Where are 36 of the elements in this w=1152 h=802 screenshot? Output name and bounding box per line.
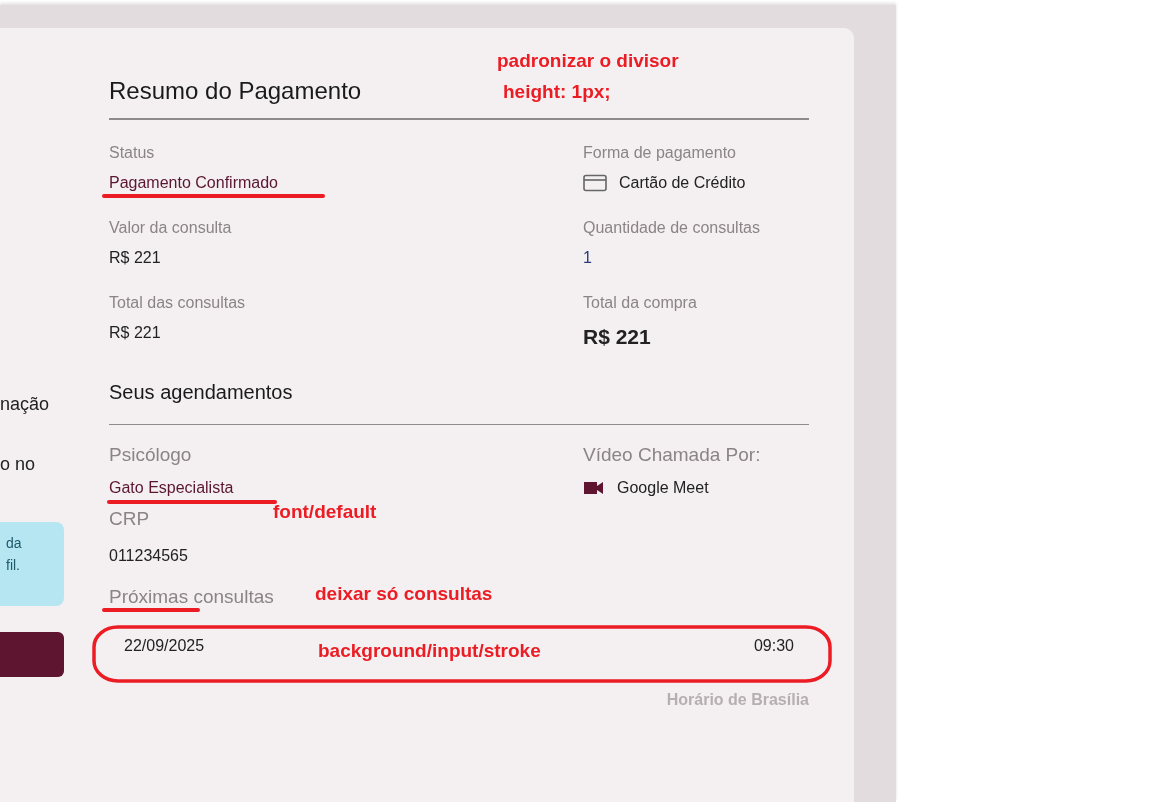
info-text: da <box>6 534 22 553</box>
primary-button[interactable] <box>0 632 64 677</box>
crp-number: 011234565 <box>109 546 188 566</box>
body-text: o no <box>0 453 37 476</box>
total-value: R$ 221 <box>583 325 652 349</box>
section-title: Seus agendamentos <box>109 380 293 405</box>
field-label: Forma de pagamento <box>583 143 736 163</box>
status-value: Pagamento Confirmado <box>109 173 279 193</box>
timezone-note: Horário de Brasília <box>666 690 809 710</box>
field-label: Próximas consultas <box>109 587 274 607</box>
session-time: 09:30 <box>753 637 794 655</box>
field-label: Total das consultas <box>109 293 246 313</box>
field-value: R$ 221 <box>109 248 162 268</box>
video-platform: Google Meet <box>617 478 709 498</box>
field-label: Valor da consulta <box>109 218 232 238</box>
annotation-note: padronizar o divisor <box>497 50 679 72</box>
field-label: Status <box>109 143 155 163</box>
annotation-note: font/default <box>273 501 377 523</box>
credit-card-icon <box>583 174 607 192</box>
info-text: fil. <box>6 556 20 575</box>
session-date: 22/09/2025 <box>124 637 205 655</box>
field-label: Quantidade de consultas <box>583 218 760 238</box>
annotation-note: height: 1px; <box>503 81 611 103</box>
section-title: Resumo do Pagamento <box>109 76 362 106</box>
field-label: Vídeo Chamada Por: <box>583 443 761 467</box>
psychologist-name: Gato Especialista <box>109 478 234 498</box>
video-camera-icon <box>583 480 605 496</box>
field-label: CRP <box>109 507 150 531</box>
field-value: R$ 221 <box>109 323 162 343</box>
annotation-note: deixar só consultas <box>315 583 493 605</box>
annotation-note: background/input/stroke <box>318 640 541 662</box>
payment-method: Cartão de Crédito <box>619 173 746 193</box>
field-label: Psicólogo <box>109 443 192 467</box>
field-label: Total da compra <box>583 293 697 313</box>
field-value: 1 <box>583 248 593 268</box>
body-text: nação <box>0 393 51 416</box>
